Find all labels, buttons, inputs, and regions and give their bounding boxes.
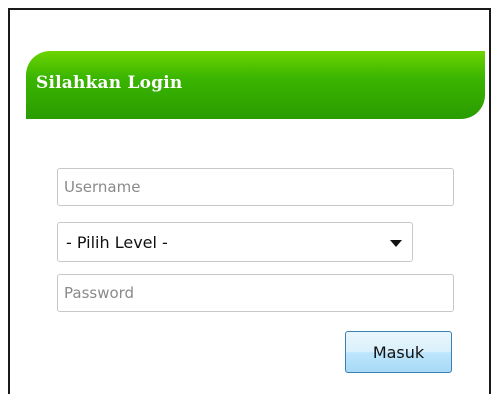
password-input[interactable] xyxy=(57,274,454,312)
login-header: Silahkan Login xyxy=(26,51,485,119)
login-title: Silahkan Login xyxy=(36,73,183,93)
username-input[interactable] xyxy=(57,168,454,206)
submit-button[interactable]: Masuk xyxy=(345,331,452,373)
chevron-down-icon xyxy=(390,240,402,247)
level-select-value: - Pilih Level - xyxy=(66,233,168,252)
level-select[interactable]: - Pilih Level - xyxy=(57,222,413,262)
